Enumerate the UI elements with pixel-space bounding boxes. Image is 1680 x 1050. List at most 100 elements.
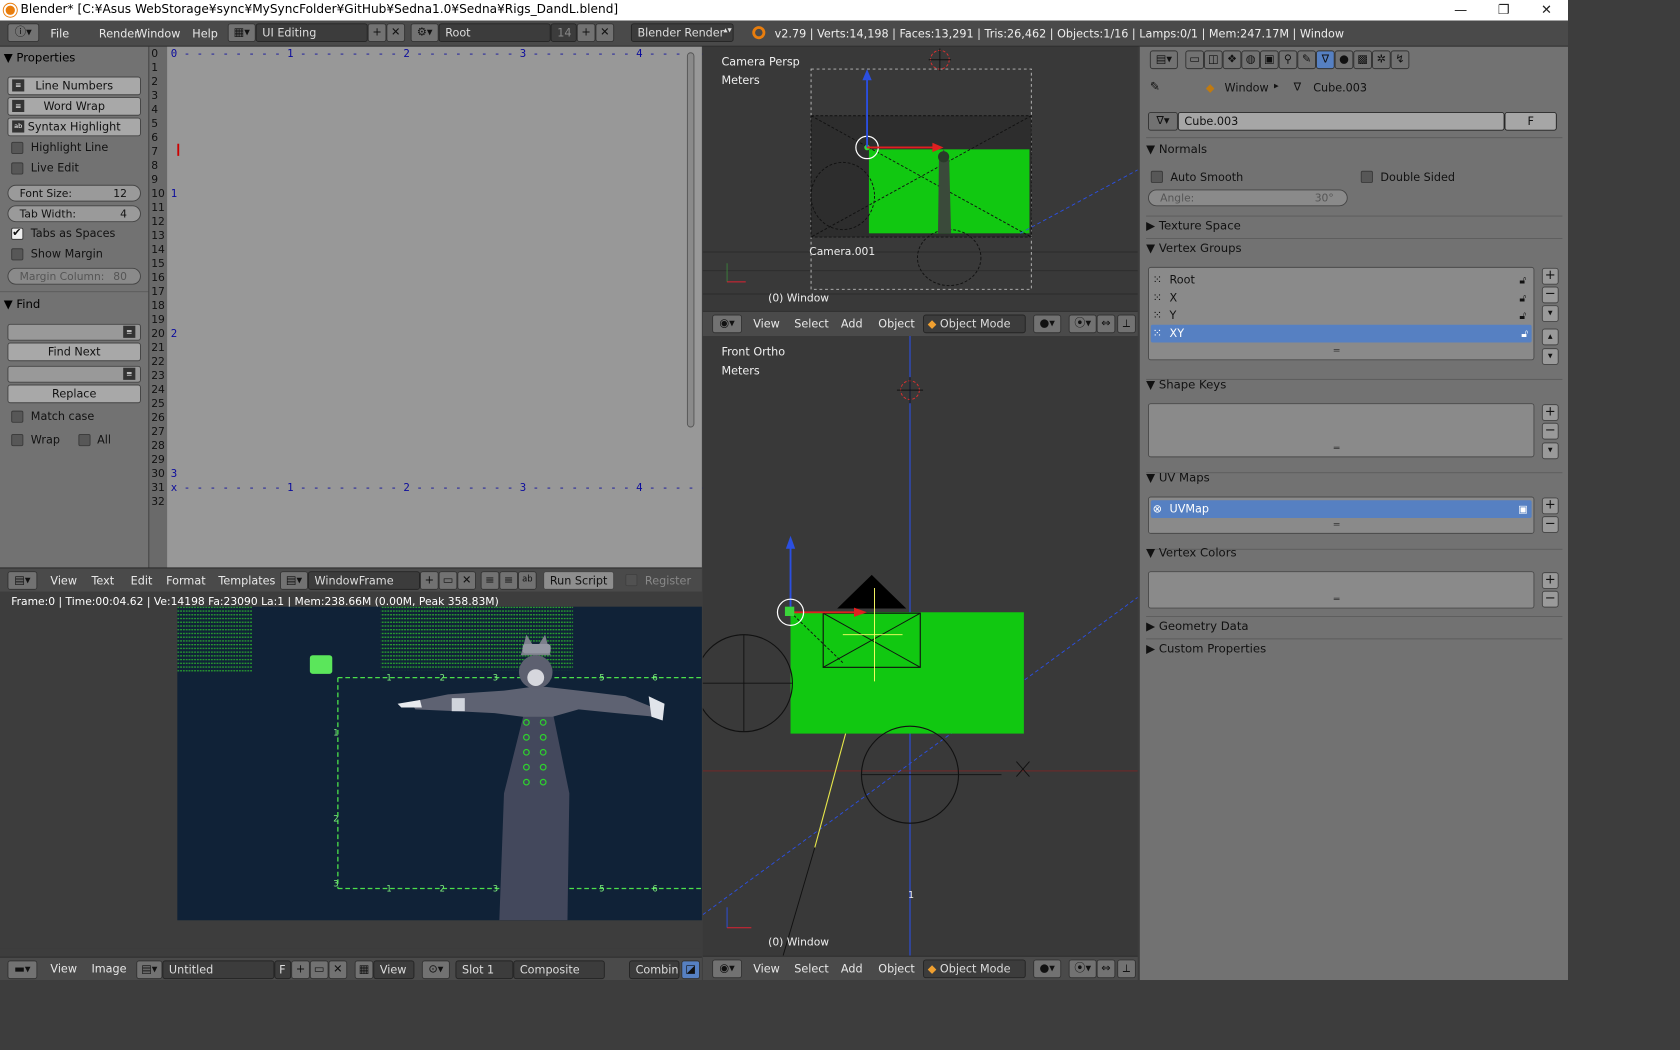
- remove-shape-key-button[interactable]: −: [1541, 422, 1559, 440]
- render-tab-icon[interactable]: ▭: [1185, 50, 1204, 70]
- find-text-input[interactable]: [7, 323, 141, 341]
- vertex-group-row[interactable]: ⁙ X 🔓︎: [1153, 289, 1530, 307]
- register-checkbox[interactable]: [625, 573, 638, 587]
- remove-scene-icon[interactable]: ✕: [595, 23, 615, 42]
- find-next-button[interactable]: Find Next: [7, 342, 141, 362]
- editor-type-icon[interactable]: ▤▾: [7, 571, 38, 590]
- uv-map-row-selected[interactable]: ⊗ UVMap ▣: [1150, 500, 1532, 518]
- menu-format[interactable]: Format: [166, 574, 205, 587]
- constraints-tab-icon[interactable]: ⚲: [1278, 50, 1298, 70]
- properties-editor-type-icon[interactable]: ▤▾: [1149, 50, 1178, 70]
- lock-icon[interactable]: 🔓︎: [1521, 325, 1528, 343]
- vertex-group-row[interactable]: ⁙ Y 🔓︎: [1153, 307, 1530, 325]
- vertex-groups-list[interactable]: ⁙ Root 🔓︎ ⁙ X 🔓︎ ⁙ Y 🔓︎ ⁙ XY 🔓︎ ═: [1147, 266, 1535, 361]
- shape-keys-panel-header[interactable]: ▼ Shape Keys: [1146, 377, 1562, 391]
- remove-vertex-color-button[interactable]: −: [1541, 590, 1559, 608]
- render-pass-select[interactable]: Combined: [629, 960, 680, 980]
- tabs-as-spaces-checkbox[interactable]: [11, 226, 24, 240]
- menu-view[interactable]: View: [50, 574, 77, 587]
- menu-add[interactable]: Add: [841, 317, 863, 330]
- vertex-group-row-selected[interactable]: ⁙ XY 🔓︎: [1150, 324, 1532, 343]
- menu-view[interactable]: View: [50, 962, 77, 975]
- properties-panel-header[interactable]: ▼ Properties: [4, 50, 76, 64]
- vertex-group-specials-button[interactable]: ▾: [1541, 305, 1559, 322]
- view-mode-icon[interactable]: ▦: [354, 960, 374, 980]
- line-numbers-toggle-icon[interactable]: ≡: [480, 571, 500, 590]
- find-panel-header[interactable]: ▼ Find: [4, 297, 41, 311]
- particles-tab-icon[interactable]: ✲: [1371, 50, 1391, 70]
- wrap-checkbox[interactable]: [11, 433, 24, 447]
- move-down-button[interactable]: ▾: [1541, 348, 1559, 365]
- menu-templates[interactable]: Templates: [218, 574, 275, 587]
- viewport-front[interactable]: Front Ortho Meters 1 (0) Window: [702, 335, 1138, 956]
- vertex-groups-panel-header[interactable]: ▼ Vertex Groups: [1146, 241, 1562, 255]
- list-resize-handle[interactable]: ═: [1334, 520, 1340, 530]
- pivot-point-icon[interactable]: ⦿▾: [1068, 314, 1097, 334]
- match-case-checkbox[interactable]: [11, 410, 24, 423]
- replace-from-selection-icon[interactable]: ≡: [123, 367, 136, 380]
- new-image-icon[interactable]: +: [291, 960, 310, 980]
- remove-vertex-group-button[interactable]: −: [1541, 286, 1559, 304]
- text-editor-area[interactable]: 0 - - - - - - - - 1 - - - - - - - - 2 - …: [167, 46, 1043, 568]
- data-tab-icon[interactable]: ∇: [1315, 50, 1335, 70]
- add-vertex-color-button[interactable]: +: [1541, 572, 1559, 589]
- run-script-button[interactable]: Run Script: [543, 571, 615, 590]
- live-edit-checkbox[interactable]: [11, 162, 24, 175]
- replace-button[interactable]: Replace: [7, 384, 141, 404]
- menu-view[interactable]: View: [753, 317, 780, 330]
- manipulator-icon[interactable]: ⇔: [1096, 314, 1116, 334]
- normals-panel-header[interactable]: ▼ Normals: [1146, 142, 1562, 156]
- menu-select[interactable]: Select: [794, 962, 829, 975]
- minimize-button[interactable]: —: [1439, 0, 1482, 21]
- viewport-camera[interactable]: Camera Persp Meters Camera.001 (0) Windo…: [702, 46, 1138, 311]
- mesh-fake-user-button[interactable]: F: [1504, 111, 1557, 131]
- lock-icon[interactable]: 🔓︎: [1519, 272, 1526, 290]
- highlight-line-checkbox[interactable]: [11, 141, 24, 154]
- texture-space-panel-header[interactable]: ▶ Texture Space: [1146, 218, 1562, 232]
- remove-screen-icon[interactable]: ✕: [386, 23, 406, 42]
- interaction-mode-select[interactable]: ◆ Object Mode: [923, 959, 1026, 979]
- double-sided-checkbox[interactable]: [1360, 170, 1373, 183]
- mesh-browse-icon[interactable]: ∇▾: [1147, 111, 1178, 131]
- list-resize-handle[interactable]: ═: [1334, 443, 1340, 453]
- geometry-data-panel-header[interactable]: ▶ Geometry Data: [1146, 619, 1562, 633]
- world-tab-icon[interactable]: ◍: [1241, 50, 1260, 70]
- maximize-button[interactable]: ❐: [1482, 0, 1525, 21]
- add-screen-icon[interactable]: +: [367, 23, 387, 42]
- screen-layout-field[interactable]: UI Editing: [255, 23, 368, 42]
- image-name-field[interactable]: Untitled: [162, 960, 275, 980]
- render-layers-tab-icon[interactable]: ◫: [1203, 50, 1223, 70]
- material-tab-icon[interactable]: ●: [1334, 50, 1354, 70]
- list-resize-handle[interactable]: ═: [1334, 346, 1340, 356]
- custom-properties-panel-header[interactable]: ▶ Custom Properties: [1146, 641, 1562, 655]
- open-text-icon[interactable]: ▭: [438, 571, 458, 590]
- menu-text[interactable]: Text: [91, 574, 114, 587]
- camera-render-icon[interactable]: ▣: [1518, 500, 1528, 518]
- manipulator-icon[interactable]: ⇔: [1096, 959, 1116, 979]
- menu-object[interactable]: Object: [878, 317, 914, 330]
- texture-tab-icon[interactable]: ▩: [1353, 50, 1372, 70]
- scene-tab-icon[interactable]: ❖: [1222, 50, 1242, 70]
- unlink-image-icon[interactable]: ✕: [328, 960, 348, 980]
- remove-uv-map-button[interactable]: −: [1541, 516, 1559, 533]
- screen-layout-icon[interactable]: ▦▾: [227, 23, 256, 42]
- menu-add[interactable]: Add: [841, 962, 863, 975]
- vertex-colors-panel-header[interactable]: ▼ Vertex Colors: [1146, 545, 1562, 559]
- menu-edit[interactable]: Edit: [131, 574, 153, 587]
- vertex-colors-list[interactable]: ═: [1147, 571, 1535, 609]
- find-from-selection-icon[interactable]: ≡: [123, 325, 136, 338]
- open-image-icon[interactable]: ▭: [309, 960, 329, 980]
- menu-select[interactable]: Select: [794, 317, 829, 330]
- syntax-highlight-button[interactable]: ab Syntax Highlight: [7, 117, 141, 137]
- transform-widget-icon[interactable]: ⟂: [1117, 314, 1136, 334]
- transform-widget-icon[interactable]: ⟂: [1117, 959, 1136, 979]
- word-wrap-toggle-icon[interactable]: ≡: [499, 571, 518, 590]
- uv-maps-list[interactable]: ⊗ UVMap ▣ ═: [1147, 496, 1535, 534]
- viewport-editor-type-icon[interactable]: ◉▾: [712, 959, 742, 979]
- uv-maps-panel-header[interactable]: ▼ UV Maps: [1146, 470, 1562, 484]
- shape-keys-list[interactable]: ═: [1147, 403, 1535, 458]
- pivot-point-icon[interactable]: ⦿▾: [1068, 959, 1097, 979]
- syntax-toggle-icon[interactable]: ab: [517, 571, 537, 590]
- render-layer-select[interactable]: Composite: [513, 960, 605, 980]
- menu-object[interactable]: Object: [878, 962, 914, 975]
